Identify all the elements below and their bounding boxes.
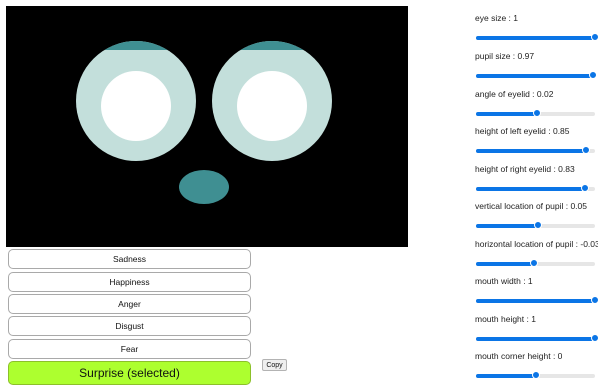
slider-thumb[interactable] xyxy=(580,184,589,192)
slider-thumb[interactable] xyxy=(591,33,598,41)
angle-of-eyelid-slider[interactable] xyxy=(475,109,598,119)
slider-fill xyxy=(476,337,595,341)
slider-height-of-right-eyelid: height of right eyelid : 0.83 xyxy=(475,164,598,194)
left-pupil xyxy=(101,71,171,141)
slider-fill xyxy=(476,36,595,40)
slider-label: eye size : 1 xyxy=(475,13,518,23)
mouth-width-slider[interactable] xyxy=(475,296,598,306)
slider-fill xyxy=(476,187,585,191)
face-drawing xyxy=(6,6,408,247)
slider-eye-size: eye size : 1 xyxy=(475,13,598,43)
height-of-left-eyelid-slider[interactable] xyxy=(475,146,598,156)
slider-thumb[interactable] xyxy=(532,109,541,117)
slider-pupil-size: pupil size : 0.97 xyxy=(475,51,598,81)
vertical-location-of-pupil-slider[interactable] xyxy=(475,221,598,231)
slider-label: mouth width : 1 xyxy=(475,276,533,286)
slider-fill xyxy=(476,299,595,303)
slider-track xyxy=(476,187,595,191)
face-canvas xyxy=(6,6,408,247)
slider-mouth-height: mouth height : 1 xyxy=(475,314,598,344)
slider-label: angle of eyelid : 0.02 xyxy=(475,89,554,99)
slider-thumb[interactable] xyxy=(582,146,591,154)
slider-horizontal-location-of-pupil: horizontal location of pupil : -0.03 xyxy=(475,239,598,269)
slider-label: vertical location of pupil : 0.05 xyxy=(475,201,587,211)
eye-size-slider[interactable] xyxy=(475,33,598,43)
emotion-button-happiness[interactable]: Happiness xyxy=(8,272,251,292)
slider-height-of-left-eyelid: height of left eyelid : 0.85 xyxy=(475,126,598,156)
emotion-button-anger[interactable]: Anger xyxy=(8,294,251,314)
mouth-corner-height-slider[interactable] xyxy=(475,371,598,381)
slider-label: height of left eyelid : 0.85 xyxy=(475,126,570,136)
slider-fill xyxy=(476,262,534,266)
slider-mouth-corner-height: mouth corner height : 0 xyxy=(475,351,598,381)
slider-label: mouth height : 1 xyxy=(475,314,536,324)
emotion-button-disgust[interactable]: Disgust xyxy=(8,316,251,336)
slider-mouth-width: mouth width : 1 xyxy=(475,276,598,306)
height-of-right-eyelid-slider[interactable] xyxy=(475,184,598,194)
slider-angle-of-eyelid: angle of eyelid : 0.02 xyxy=(475,89,598,119)
slider-thumb[interactable] xyxy=(591,296,598,304)
right-pupil xyxy=(237,71,307,141)
slider-label: pupil size : 0.97 xyxy=(475,51,535,61)
slider-fill xyxy=(476,149,587,153)
slider-thumb[interactable] xyxy=(589,71,598,79)
slider-thumb[interactable] xyxy=(531,371,540,379)
slider-label: mouth corner height : 0 xyxy=(475,351,563,361)
slider-track xyxy=(476,149,595,153)
emotion-button-surprise[interactable]: Surprise (selected) xyxy=(8,361,251,385)
horizontal-location-of-pupil-slider[interactable] xyxy=(475,259,598,269)
slider-thumb[interactable] xyxy=(529,259,538,267)
slider-fill xyxy=(476,374,536,378)
pupil-size-slider[interactable] xyxy=(475,71,598,81)
slider-thumb[interactable] xyxy=(591,334,598,342)
emotion-button-sadness[interactable]: Sadness xyxy=(8,249,251,269)
slider-fill xyxy=(476,224,539,228)
slider-fill xyxy=(476,112,537,116)
slider-track xyxy=(476,337,595,341)
mouth-height-slider[interactable] xyxy=(475,334,598,344)
slider-label: horizontal location of pupil : -0.03 xyxy=(475,239,598,249)
slider-track xyxy=(476,299,595,303)
slider-fill xyxy=(476,74,594,78)
slider-track xyxy=(476,36,595,40)
slider-track xyxy=(476,74,595,78)
canvas-background xyxy=(6,6,408,247)
slider-vertical-location-of-pupil: vertical location of pupil : 0.05 xyxy=(475,201,598,231)
copy-button[interactable]: Copy xyxy=(262,359,287,371)
emotion-button-fear[interactable]: Fear xyxy=(8,339,251,359)
slider-label: height of right eyelid : 0.83 xyxy=(475,164,575,174)
mouth xyxy=(179,170,229,204)
